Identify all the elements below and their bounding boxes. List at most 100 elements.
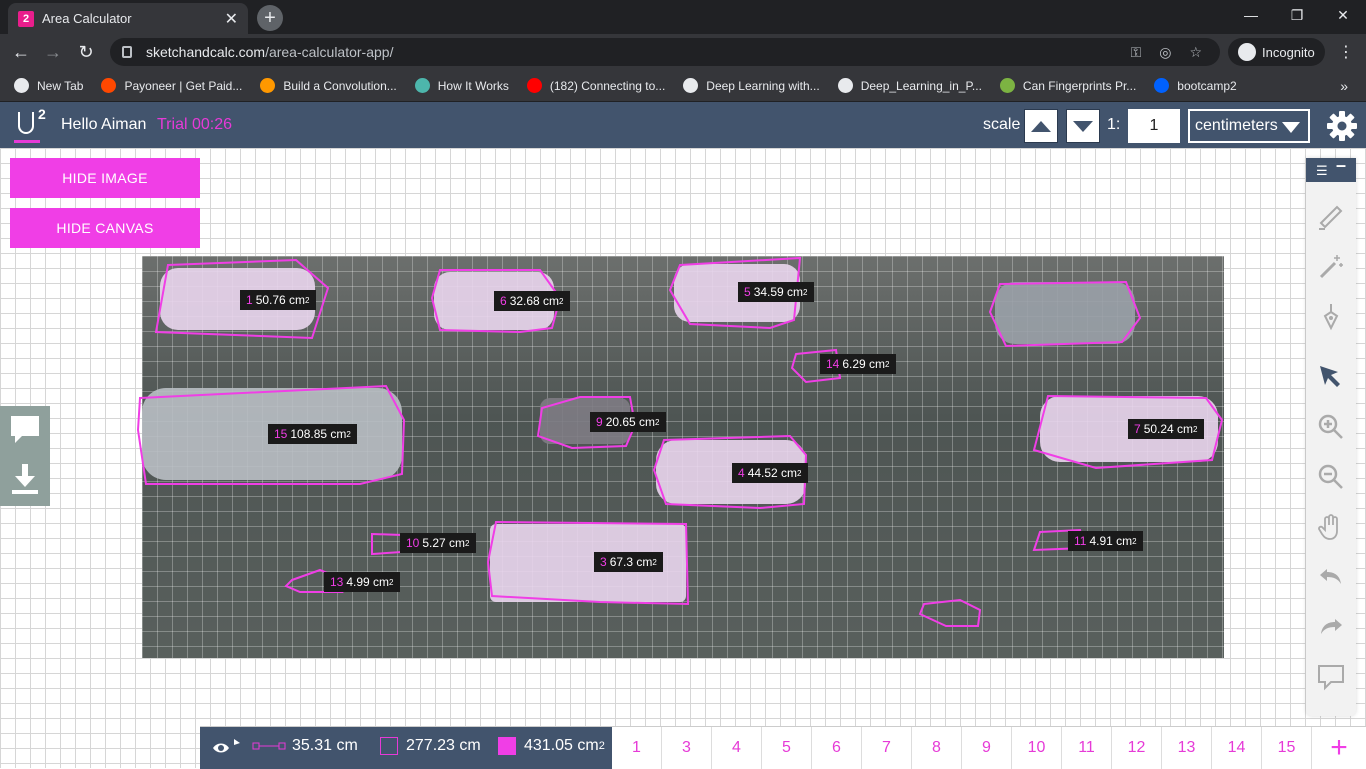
ruler-tool-icon[interactable] bbox=[1316, 202, 1346, 232]
bookmark-item[interactable]: (182) Connecting to... bbox=[526, 78, 665, 93]
shape-page-button[interactable]: 4 bbox=[712, 727, 762, 769]
area-label[interactable]: 15 108.85 cm 2 bbox=[268, 424, 357, 444]
back-icon[interactable]: ← bbox=[8, 39, 34, 65]
background-photo bbox=[142, 256, 1224, 658]
arrow-up-icon bbox=[1031, 120, 1051, 132]
bookmark-item[interactable]: Payoneer | Get Paid... bbox=[101, 78, 242, 93]
shape-page-button[interactable]: 1 bbox=[612, 727, 662, 769]
shape-page-button[interactable]: 6 bbox=[812, 727, 862, 769]
shape-page-button[interactable]: 5 bbox=[762, 727, 812, 769]
trial-timer: Trial 00:26 bbox=[157, 116, 232, 133]
window-close-icon[interactable]: ✕ bbox=[1320, 0, 1366, 30]
browser-menu-icon[interactable]: ⋮ bbox=[1338, 42, 1354, 62]
area-label[interactable]: 11 4.91 cm 2 bbox=[1068, 531, 1143, 551]
select-arrow-icon[interactable] bbox=[1316, 362, 1346, 392]
comment-icon[interactable] bbox=[10, 414, 40, 446]
perimeter-icon bbox=[380, 737, 398, 755]
bookmark-label: bootcamp2 bbox=[1177, 78, 1237, 93]
area-icon bbox=[498, 737, 516, 755]
area-stat: 431.05 cm 2 bbox=[498, 737, 605, 755]
speech-bubble-icon[interactable] bbox=[1316, 662, 1346, 692]
greeting: Hello Aiman bbox=[61, 116, 147, 133]
tab-close-icon[interactable]: ✕ bbox=[225, 9, 238, 29]
toolbar-header[interactable]: ☰ – bbox=[1306, 155, 1356, 182]
area-label[interactable]: 7 50.24 cm 2 bbox=[1128, 419, 1204, 439]
perimeter-stat: 277.23 cm bbox=[380, 737, 481, 755]
shape-page-button[interactable]: 14 bbox=[1212, 727, 1262, 769]
magic-wand-icon[interactable] bbox=[1316, 252, 1346, 282]
forward-icon[interactable]: → bbox=[40, 39, 66, 65]
bookmark-item[interactable]: New Tab bbox=[14, 78, 83, 93]
incognito-icon bbox=[1238, 43, 1256, 61]
area-value: 431.05 cm bbox=[524, 737, 599, 754]
area-label[interactable]: 13 4.99 cm 2 bbox=[324, 572, 400, 592]
hand-pan-icon[interactable] bbox=[1316, 512, 1346, 542]
star-icon[interactable]: ☆ bbox=[1189, 44, 1202, 61]
bookmark-favicon-icon bbox=[101, 78, 117, 93]
minimize-icon[interactable]: — bbox=[1228, 0, 1274, 30]
hamburger-icon[interactable]: ☰ bbox=[1316, 163, 1328, 179]
unit-select[interactable]: centimeters bbox=[1188, 109, 1310, 143]
url-path: /area-calculator-app/ bbox=[265, 44, 394, 60]
download-icon[interactable] bbox=[10, 462, 40, 496]
unit-value: centimeters bbox=[1195, 117, 1278, 134]
new-tab-button[interactable]: + bbox=[257, 5, 283, 31]
bookmark-item[interactable]: Can Fingerprints Pr... bbox=[999, 78, 1136, 93]
minimize-panel-icon[interactable]: – bbox=[1336, 155, 1346, 176]
pen-tool-icon[interactable] bbox=[1316, 302, 1346, 332]
scale-label: scale bbox=[983, 116, 1021, 133]
add-shape-button[interactable]: + bbox=[1312, 727, 1366, 769]
scale-ratio-input[interactable] bbox=[1128, 109, 1180, 143]
redo-icon[interactable] bbox=[1316, 612, 1346, 642]
incognito-badge[interactable]: Incognito bbox=[1228, 38, 1325, 66]
hide-image-button[interactable]: HIDE IMAGE bbox=[10, 158, 200, 198]
shape-page-button[interactable]: 12 bbox=[1112, 727, 1162, 769]
area-label[interactable]: 9 20.65 cm 2 bbox=[590, 412, 666, 432]
app-header: 2 Hello Aiman Trial 00:26 scale 1: centi… bbox=[0, 102, 1366, 148]
shape-page-button[interactable]: 10 bbox=[1012, 727, 1062, 769]
bookmark-item[interactable]: Deep Learning with... bbox=[683, 78, 820, 93]
area-label[interactable]: 4 44.52 cm 2 bbox=[732, 463, 808, 483]
hide-canvas-button[interactable]: HIDE CANVAS bbox=[10, 208, 200, 248]
area-label[interactable]: 3 67.3 cm 2 bbox=[594, 552, 663, 572]
browser-tab[interactable]: 2 Area Calculator ✕ bbox=[8, 3, 248, 34]
area-label[interactable]: 10 5.27 cm 2 bbox=[400, 533, 476, 553]
zoom-out-icon[interactable] bbox=[1316, 462, 1346, 492]
undo-icon[interactable] bbox=[1316, 562, 1346, 592]
shape-page-button[interactable]: 13 bbox=[1162, 727, 1212, 769]
area-label[interactable]: 14 6.29 cm 2 bbox=[820, 354, 896, 374]
settings-gear-icon[interactable] bbox=[1326, 110, 1358, 142]
scale-up-button[interactable] bbox=[1024, 109, 1058, 143]
reload-icon[interactable]: ↻ bbox=[73, 39, 99, 65]
address-bar[interactable]: sketchandcalc.com /area-calculator-app/ … bbox=[110, 38, 1220, 66]
browser-tabstrip: 2 Area Calculator ✕ + — ❐ ✕ bbox=[0, 0, 1366, 34]
bookmark-item[interactable]: How It Works bbox=[414, 78, 509, 93]
area-label[interactable]: 6 32.68 cm 2 bbox=[494, 291, 570, 311]
maximize-icon[interactable]: ❐ bbox=[1274, 0, 1320, 30]
eye-off-icon[interactable]: ◎ bbox=[1159, 44, 1171, 61]
incognito-label: Incognito bbox=[1262, 44, 1315, 60]
app-logo[interactable]: 2 bbox=[14, 106, 48, 143]
chevron-down-icon bbox=[1282, 122, 1300, 133]
left-side-tools bbox=[0, 406, 50, 506]
bookmark-item[interactable]: bootcamp2 bbox=[1154, 78, 1237, 93]
shape-page-button[interactable]: 9 bbox=[962, 727, 1012, 769]
length-stat: 35.31 cm bbox=[252, 737, 358, 755]
url-host: sketchandcalc.com bbox=[146, 44, 266, 60]
shape-page-button[interactable]: 7 bbox=[862, 727, 912, 769]
ratio-prefix: 1: bbox=[1107, 116, 1121, 133]
visibility-eye-icon[interactable] bbox=[212, 739, 242, 757]
shape-page-button[interactable]: 11 bbox=[1062, 727, 1112, 769]
zoom-in-icon[interactable] bbox=[1316, 412, 1346, 442]
length-value: 35.31 cm bbox=[292, 737, 358, 754]
scale-down-button[interactable] bbox=[1066, 109, 1100, 143]
shape-page-button[interactable]: 3 bbox=[662, 727, 712, 769]
bookmark-item[interactable]: Build a Convolution... bbox=[260, 78, 397, 93]
shape-page-button[interactable]: 8 bbox=[912, 727, 962, 769]
bookmark-item[interactable]: Deep_Learning_in_P... bbox=[837, 78, 982, 93]
shape-page-button[interactable]: 15 bbox=[1262, 727, 1312, 769]
area-label[interactable]: 5 34.59 cm 2 bbox=[738, 282, 814, 302]
key-icon[interactable]: ⚿ bbox=[1131, 44, 1142, 61]
area-label[interactable]: 1 50.76 cm 2 bbox=[240, 290, 316, 310]
bookmarks-overflow-icon[interactable]: » bbox=[1340, 78, 1348, 94]
